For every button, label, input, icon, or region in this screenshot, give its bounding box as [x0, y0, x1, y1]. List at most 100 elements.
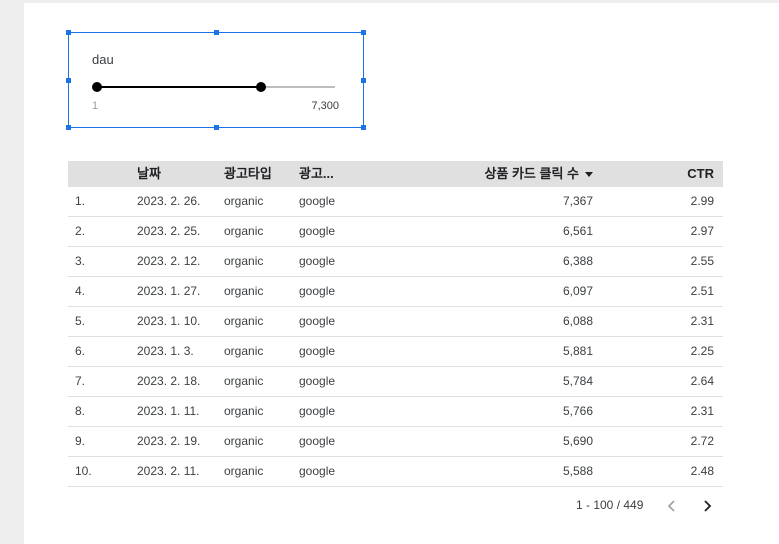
resize-handle-left[interactable] [66, 78, 71, 83]
table-row: 9. 2023. 2. 19. organic google 5,690 2.7… [68, 427, 723, 457]
row-date: 2023. 2. 11. [137, 464, 200, 478]
row-index: 8. [75, 404, 86, 418]
table-body[interactable]: 1. 2023. 2. 26. organic google 7,367 2.9… [68, 187, 723, 491]
table-row: 6. 2023. 1. 3. organic google 5,881 2.25 [68, 337, 723, 367]
row-date: 2023. 2. 18. [137, 374, 201, 388]
resize-handle-bottom-right[interactable] [361, 125, 366, 130]
table-row: 10. 2023. 2. 11. organic google 5,588 2.… [68, 457, 723, 487]
row-clicks: 6,561 [562, 224, 593, 238]
row-ad-source: google [299, 464, 336, 478]
resize-handle-top-left[interactable] [66, 30, 71, 35]
header-clicks-label: 상품 카드 클릭 수 [484, 166, 579, 181]
row-ad-type: organic [224, 224, 264, 238]
row-ctr: 2.51 [690, 284, 714, 298]
row-ad-source: google [299, 254, 336, 268]
chevron-right-icon[interactable] [699, 498, 715, 514]
header-ctr[interactable]: CTR [687, 161, 714, 187]
row-clicks: 5,588 [562, 464, 593, 478]
header-ad-source[interactable]: 광고... [299, 161, 334, 187]
row-index: 6. [75, 344, 86, 358]
row-index: 2. [75, 224, 86, 238]
table-row: 8. 2023. 1. 11. organic google 5,766 2.3… [68, 397, 723, 427]
header-date[interactable]: 날짜 [137, 161, 161, 187]
table-row: 2. 2023. 2. 25. organic google 6,561 2.9… [68, 217, 723, 247]
row-clicks: 6,088 [562, 314, 593, 328]
row-date: 2023. 2. 19. [137, 434, 201, 448]
table-row: 4. 2023. 1. 27. organic google 6,097 2.5… [68, 277, 723, 307]
row-date: 2023. 1. 11. [137, 404, 200, 418]
row-ad-type: organic [224, 314, 264, 328]
row-date: 2023. 1. 27. [137, 284, 201, 298]
table-row: 1. 2023. 2. 26. organic google 7,367 2.9… [68, 187, 723, 217]
row-ad-type: organic [224, 464, 264, 478]
resize-handle-right[interactable] [361, 78, 366, 83]
table-header: 날짜 광고타입 광고... 상품 카드 클릭 수 CTR [68, 161, 723, 187]
row-ctr: 2.64 [690, 374, 714, 388]
row-clicks: 6,097 [562, 284, 593, 298]
row-ctr: 2.97 [690, 224, 714, 238]
slider-selected-range [97, 86, 261, 88]
header-ad-type[interactable]: 광고타입 [224, 161, 272, 187]
row-date: 2023. 1. 16. [137, 487, 200, 491]
data-table: 날짜 광고타입 광고... 상품 카드 클릭 수 CTR 1. 2023. 2.… [68, 161, 723, 491]
resize-handle-bottom-left[interactable] [66, 125, 71, 130]
row-ad-type: organic [224, 434, 264, 448]
table-row: 5. 2023. 1. 10. organic google 6,088 2.3… [68, 307, 723, 337]
row-ctr: 2.4 [697, 487, 714, 491]
row-date: 2023. 1. 3. [137, 344, 194, 358]
row-index: 4. [75, 284, 86, 298]
row-date: 2023. 1. 10. [137, 314, 201, 328]
row-ad-source: google [299, 314, 336, 328]
row-ad-source: google [299, 374, 336, 388]
row-clicks: 7,367 [562, 194, 593, 208]
row-ad-source: google [299, 344, 336, 358]
row-ctr: 2.72 [690, 434, 714, 448]
row-ad-source: google [299, 194, 336, 208]
row-ctr: 2.31 [690, 404, 714, 418]
row-index: 3. [75, 254, 86, 268]
chevron-left-icon[interactable] [664, 498, 680, 514]
row-clicks: 5,784 [562, 374, 593, 388]
row-ctr: 2.48 [690, 464, 714, 478]
resize-handle-top[interactable] [214, 30, 219, 35]
slider-max-value: 7,300 [311, 100, 339, 112]
slider-min-value: 1 [92, 100, 99, 112]
row-ad-source: google [299, 487, 335, 491]
row-ad-type: organic [224, 284, 264, 298]
row-ad-type: organic [224, 194, 264, 208]
row-index: 1. [75, 194, 86, 208]
row-clicks: 6,388 [562, 254, 593, 268]
row-ad-type: organic [224, 374, 264, 388]
row-index: 10. [75, 464, 92, 478]
row-ad-type: organic [224, 254, 264, 268]
slider-track[interactable] [92, 82, 335, 92]
slider-min-knob[interactable] [92, 82, 102, 92]
row-ctr: 2.55 [690, 254, 714, 268]
row-ad-type: organic [224, 487, 263, 491]
resize-handle-bottom[interactable] [214, 125, 219, 130]
row-date: 2023. 2. 25. [137, 224, 201, 238]
row-index: 7. [75, 374, 86, 388]
table-row: 11. 2023. 1. 16. organic google 5,536 2.… [68, 487, 723, 491]
header-clicks[interactable]: 상품 카드 클릭 수 [484, 161, 593, 187]
dau-slider-control[interactable]: dau 1 7,300 [66, 30, 366, 130]
row-index: 5. [75, 314, 86, 328]
row-clicks: 5,690 [562, 434, 593, 448]
table-row: 3. 2023. 2. 12. organic google 6,388 2.5… [68, 247, 723, 277]
row-date: 2023. 2. 26. [137, 194, 201, 208]
slider-max-knob[interactable] [256, 82, 266, 92]
pagination-range: 1 - 100 / 449 [576, 498, 644, 512]
row-ctr: 2.99 [690, 194, 714, 208]
slider-label: dau [92, 52, 114, 67]
row-clicks: 5,766 [562, 404, 593, 418]
sort-desc-icon[interactable] [585, 172, 593, 178]
resize-handle-top-right[interactable] [361, 30, 366, 35]
row-ad-type: organic [224, 404, 264, 418]
row-index: 11. [75, 487, 91, 491]
row-ad-source: google [299, 284, 336, 298]
row-date: 2023. 2. 12. [137, 254, 201, 268]
row-index: 9. [75, 434, 86, 448]
row-ad-source: google [299, 404, 336, 418]
row-ad-type: organic [224, 344, 264, 358]
row-ad-source: google [299, 434, 336, 448]
